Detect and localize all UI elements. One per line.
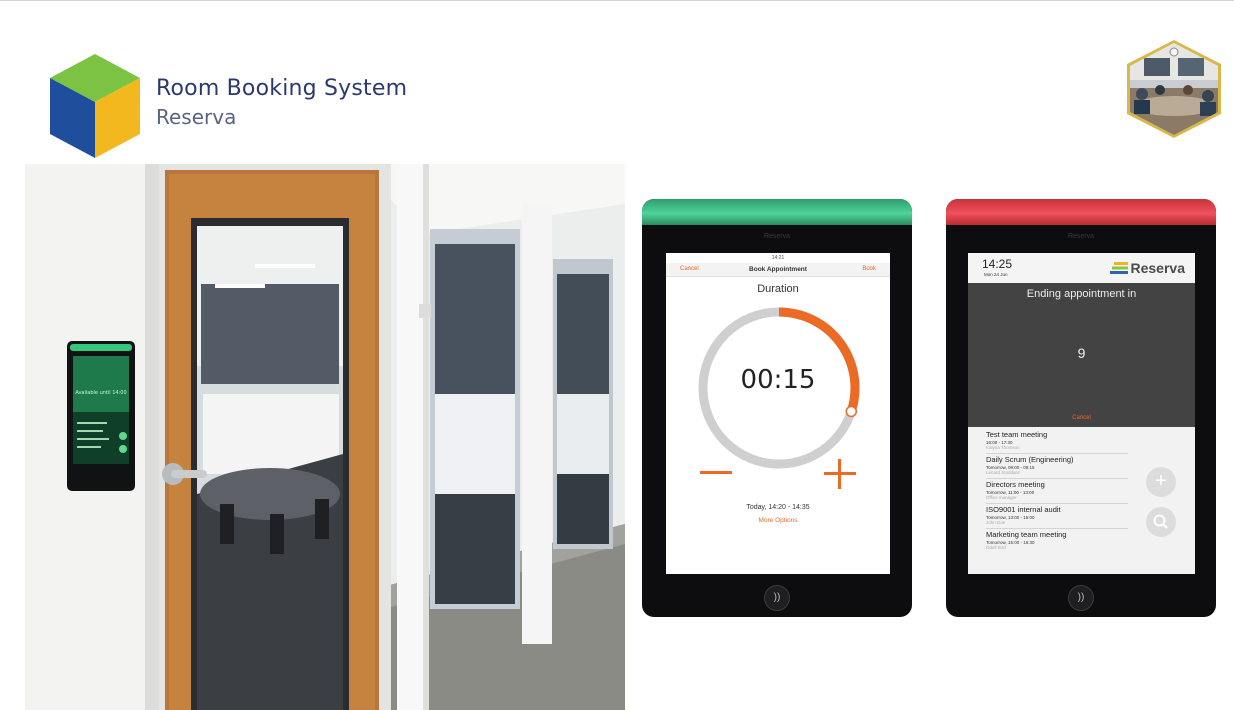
tablet-brandmark: Reserva xyxy=(1067,233,1095,240)
svg-text:Available until 14:00: Available until 14:00 xyxy=(75,390,126,396)
status-led-busy xyxy=(946,199,1216,225)
booking-screen: 14:21 Cancel Book Appointment Book Durat… xyxy=(666,253,890,574)
appointment-title: ISO9001 internal audit xyxy=(986,505,1061,514)
top-border xyxy=(0,0,1234,1)
reserva-logo: Reserva xyxy=(1109,259,1186,277)
book-button[interactable]: Book xyxy=(862,266,876,272)
search-button[interactable] xyxy=(1146,507,1176,537)
ending-panel: Ending appointment in 9 Cancel xyxy=(968,283,1195,427)
slide: Room Booking System Reserva Available un… xyxy=(0,0,1234,710)
appointment-title: Daily Scrum (Engineering) xyxy=(986,455,1074,464)
brand-subtitle: Reserva xyxy=(156,105,237,129)
list-item[interactable]: Test team meeting 16:00 - 17:30 Kalyna T… xyxy=(986,429,1128,454)
list-item[interactable]: ISO9001 internal audit Tomorrow, 13:00 -… xyxy=(986,504,1128,529)
reserva-logo-text: Reserva xyxy=(1130,260,1186,276)
tablet-brandmark: Reserva xyxy=(763,233,791,240)
more-options-link[interactable]: More Options xyxy=(666,517,890,524)
appointment-title: Test team meeting xyxy=(986,430,1048,439)
increase-duration-button[interactable] xyxy=(824,459,856,489)
nfc-icon: )) xyxy=(1068,585,1094,611)
ending-screen: 14:25 Mon 24 Jun Reserva Ending appointm… xyxy=(968,253,1195,574)
nfc-icon: )) xyxy=(764,585,790,611)
tablet-book-appointment: Reserva 14:21 Cancel Book Appointment Bo… xyxy=(642,199,912,617)
current-time: 14:25 xyxy=(982,257,1013,271)
status-led-available xyxy=(642,199,912,225)
appointment-organizer: Kalyna Thomson xyxy=(986,445,1020,450)
list-item[interactable]: Daily Scrum (Engineering) Tomorrow, 09:0… xyxy=(986,454,1128,479)
cancel-button[interactable]: Cancel xyxy=(968,415,1195,421)
reserva-logo-icon xyxy=(1109,262,1128,274)
add-appointment-button[interactable]: + xyxy=(1146,467,1176,497)
appointment-title: Marketing team meeting xyxy=(986,530,1067,539)
appointment-organizer: Office manager xyxy=(986,495,1017,500)
decrease-duration-button[interactable] xyxy=(700,471,732,474)
plus-icon: + xyxy=(1155,470,1167,492)
appointment-list: Test team meeting 16:00 - 17:30 Kalyna T… xyxy=(986,429,1128,554)
list-item[interactable]: Marketing team meeting Tomorrow, 15:00 -… xyxy=(986,529,1128,554)
appointment-organizer: Odell Bird xyxy=(986,545,1006,550)
search-icon xyxy=(1153,514,1168,529)
countdown-value: 9 xyxy=(1077,345,1086,361)
cube-logo-icon xyxy=(50,54,140,158)
status-clock: 14:21 xyxy=(771,255,785,261)
door-photo: Available until 14:00 xyxy=(25,164,625,710)
screen-title: Book Appointment xyxy=(749,266,807,273)
appointment-title: Directors meeting xyxy=(986,480,1045,489)
meeting-room-hex-badge xyxy=(1127,40,1221,138)
tablet-ending-appointment: Reserva 14:25 Mon 24 Jun Reserva Ending … xyxy=(946,199,1216,617)
duration-label: Duration xyxy=(757,283,799,295)
appointment-organizer: Lenard Stoddard xyxy=(986,470,1020,475)
brand-title: Room Booking System xyxy=(156,76,408,101)
booking-nav-bar: Cancel Book Appointment Book xyxy=(666,263,890,277)
appointment-organizer: John Doe xyxy=(986,520,1006,525)
ending-message: Ending appointment in xyxy=(1026,288,1137,300)
duration-value: 00:15 xyxy=(740,365,816,395)
time-range: Today, 14:20 - 14:35 xyxy=(746,504,810,511)
list-item[interactable]: Directors meeting Tomorrow, 11:00 - 13:0… xyxy=(986,479,1128,504)
current-date: Mon 24 Jun xyxy=(984,272,1008,277)
ending-header: 14:25 Mon 24 Jun Reserva xyxy=(968,253,1195,283)
